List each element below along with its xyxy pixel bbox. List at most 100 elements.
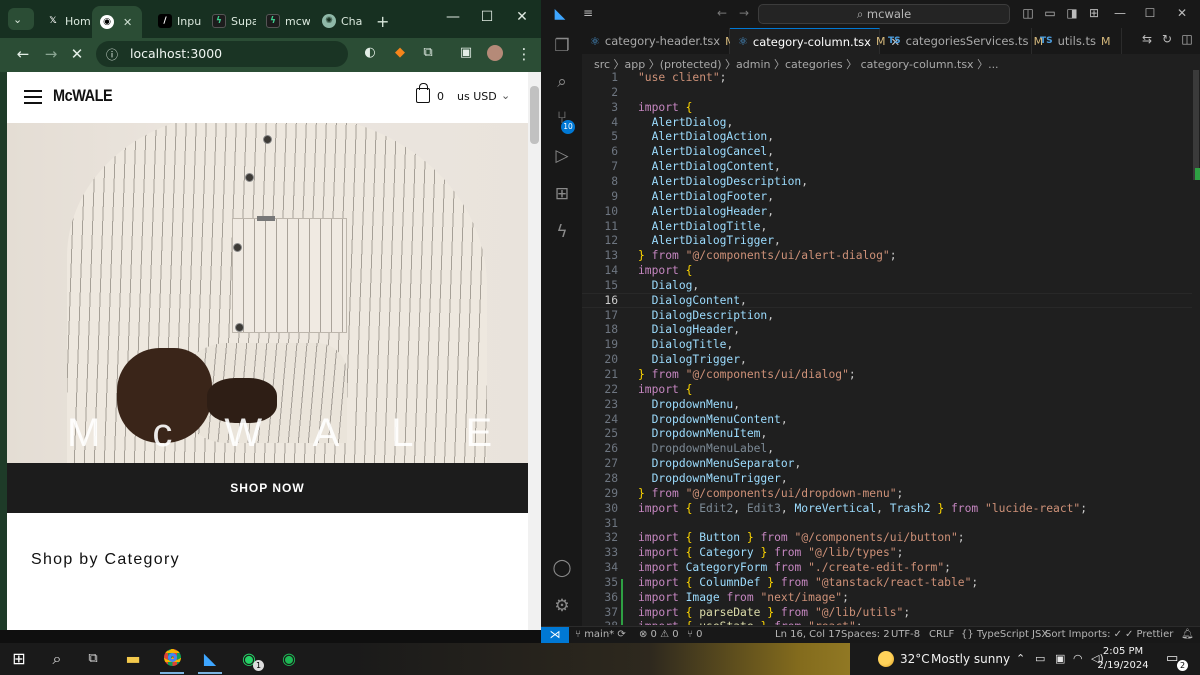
compare-changes-icon[interactable]: ⇆: [1138, 32, 1156, 46]
toggle-secondary-sidebar-icon[interactable]: ◨: [1063, 6, 1081, 20]
accounts-icon[interactable]: ◯: [552, 558, 572, 578]
settings-gear-icon[interactable]: ⚙: [552, 596, 572, 616]
run-debug-icon[interactable]: ▷: [552, 146, 572, 166]
stop-loading-icon[interactable]: ✕: [67, 45, 87, 63]
clock-time[interactable]: 2:05 PM: [1098, 646, 1148, 657]
extensions-puzzle-icon[interactable]: ⧉: [418, 45, 438, 60]
tab-home[interactable]: 𝕏 Hom: [38, 8, 90, 34]
open-changes-icon[interactable]: ↻: [1158, 32, 1176, 46]
code-line[interactable]: import { ColumnDef } from "@tanstack/rea…: [638, 576, 978, 591]
code-line[interactable]: import {: [638, 264, 692, 279]
code-line[interactable]: AlertDialogCancel,: [638, 145, 774, 160]
indentation-status[interactable]: Spaces: 2: [841, 629, 890, 640]
close-icon[interactable]: ✕: [123, 16, 132, 29]
code-line[interactable]: AlertDialogTitle,: [638, 220, 768, 235]
tab-category-column[interactable]: ⚛ category-column.tsx M ✕: [730, 28, 900, 54]
forward-icon[interactable]: →: [735, 6, 753, 20]
tab-categories-services[interactable]: TS categoriesServices.ts M: [880, 28, 1043, 54]
language-mode[interactable]: {} TypeScript JSX: [961, 629, 1048, 640]
code-line[interactable]: AlertDialogAction,: [638, 130, 774, 145]
scrollbar-thumb[interactable]: [1193, 70, 1199, 180]
battery-icon[interactable]: ▭: [1035, 652, 1045, 665]
menu-kebab-icon[interactable]: ⋮: [514, 45, 534, 63]
explorer-icon[interactable]: ❐: [552, 36, 572, 56]
code-line[interactable]: import Image from "next/image";: [638, 591, 849, 606]
code-line[interactable]: AlertDialog,: [638, 116, 734, 131]
code-line[interactable]: AlertDialogFooter,: [638, 190, 774, 205]
branch-status[interactable]: ⑂ main* ⟳: [575, 629, 626, 640]
toggle-panel-icon[interactable]: ▭: [1041, 6, 1059, 20]
code-line[interactable]: Dialog,: [638, 279, 700, 294]
tab-utils[interactable]: TS utils.ts M: [1032, 28, 1122, 54]
code-line[interactable]: DropdownMenuItem,: [638, 427, 768, 442]
currency-selector[interactable]: us USD: [457, 90, 497, 103]
profile-avatar[interactable]: [485, 45, 505, 65]
maximize-icon[interactable]: ☐: [477, 9, 497, 25]
extension-icon[interactable]: ◐: [360, 45, 380, 60]
code-line[interactable]: } from "@/components/ui/dialog";: [638, 368, 856, 383]
code-line[interactable]: "use client";: [638, 71, 726, 86]
chrome-icon[interactable]: [161, 649, 183, 669]
extensions-icon[interactable]: ⊞: [552, 184, 572, 204]
code-line[interactable]: DialogTrigger,: [638, 353, 747, 368]
code-line[interactable]: DropdownMenu,: [638, 398, 740, 413]
code-line[interactable]: DropdownMenuSeparator,: [638, 457, 802, 472]
minimize-icon[interactable]: —: [1111, 6, 1129, 20]
code-line[interactable]: DropdownMenuLabel,: [638, 442, 774, 457]
code-line[interactable]: AlertDialogContent,: [638, 160, 781, 175]
maximize-icon[interactable]: ☐: [1141, 6, 1159, 20]
prettier-status[interactable]: ✓ Prettier: [1125, 629, 1173, 640]
encoding-status[interactable]: UTF-8: [891, 629, 920, 640]
ports-status[interactable]: ⑂ 0: [687, 629, 703, 640]
code-line[interactable]: } from "@/components/ui/dropdown-menu";: [638, 487, 903, 502]
code-line[interactable]: import { Button } from "@/components/ui/…: [638, 531, 965, 546]
code-line[interactable]: AlertDialogDescription,: [638, 175, 808, 190]
wifi-icon[interactable]: ◠: [1073, 652, 1083, 665]
tab-mcwale[interactable]: ϟ mcw: [258, 8, 310, 34]
chevron-up-icon[interactable]: ⌃: [1016, 652, 1025, 665]
code-line[interactable]: DialogDescription,: [638, 309, 774, 324]
close-window-icon[interactable]: ✕: [1173, 6, 1191, 20]
code-line[interactable]: AlertDialogHeader,: [638, 205, 774, 220]
code-line[interactable]: DropdownMenuTrigger,: [638, 472, 788, 487]
new-tab-button[interactable]: +: [368, 8, 390, 34]
close-window-icon[interactable]: ✕: [512, 9, 532, 25]
code-line[interactable]: AlertDialogTrigger,: [638, 234, 781, 249]
command-center-search[interactable]: ⌕ mcwale: [758, 4, 1010, 24]
breadcrumb[interactable]: src 〉app 〉(protected) 〉admin 〉categories…: [594, 56, 999, 72]
code-line[interactable]: DialogHeader,: [638, 323, 740, 338]
chevron-down-icon[interactable]: ⌄: [501, 89, 510, 102]
tab-active[interactable]: ◉ ✕: [92, 6, 142, 38]
code-line[interactable]: } from "@/components/ui/alert-dialog";: [638, 249, 897, 264]
weather-condition[interactable]: Mostly sunny: [931, 652, 1010, 666]
page-scrollbar[interactable]: [528, 72, 541, 630]
tab-category-header[interactable]: ⚛ category-header.tsx M: [582, 28, 735, 54]
forward-icon[interactable]: →: [41, 45, 61, 63]
layout-icon[interactable]: ⊞: [1085, 6, 1103, 20]
search-icon[interactable]: ⌕: [552, 72, 572, 92]
hamburger-menu-icon[interactable]: [24, 90, 42, 104]
clock-date[interactable]: 2/19/2024: [1094, 660, 1152, 671]
notifications-bell-icon[interactable]: 🔔︎: [1181, 629, 1194, 640]
site-info-icon[interactable]: ⓘ: [106, 46, 118, 63]
minimize-icon[interactable]: —: [443, 9, 463, 25]
vscode-icon[interactable]: ◣: [199, 649, 221, 669]
tab-search-button[interactable]: ⌄: [8, 8, 34, 30]
weather-icon[interactable]: [878, 651, 894, 667]
code-line[interactable]: import CategoryForm from "./create-edit-…: [638, 561, 951, 576]
back-icon[interactable]: ←: [13, 45, 33, 63]
split-editor-icon[interactable]: ◫: [1178, 32, 1196, 46]
metamask-icon[interactable]: ◆: [390, 45, 410, 60]
cursor-position[interactable]: Ln 16, Col 17: [775, 629, 841, 640]
side-panel-icon[interactable]: ▣: [456, 45, 476, 60]
code-line[interactable]: DialogContent,: [638, 294, 747, 309]
code-editor[interactable]: 1 "use client"; 2 3 import {4 AlertDialog, 5 …: [582, 71, 1200, 625]
tab-input[interactable]: / Inpu: [150, 8, 202, 34]
code-line[interactable]: import { useState } from "react";: [638, 620, 863, 625]
code-line[interactable]: import {: [638, 383, 692, 398]
shopping-bag-icon[interactable]: [416, 83, 430, 103]
code-line[interactable]: DropdownMenuContent,: [638, 413, 788, 428]
back-icon[interactable]: ←: [713, 6, 731, 20]
shop-now-button[interactable]: SHOP NOW: [7, 463, 528, 513]
menu-icon[interactable]: ≡: [579, 6, 597, 20]
